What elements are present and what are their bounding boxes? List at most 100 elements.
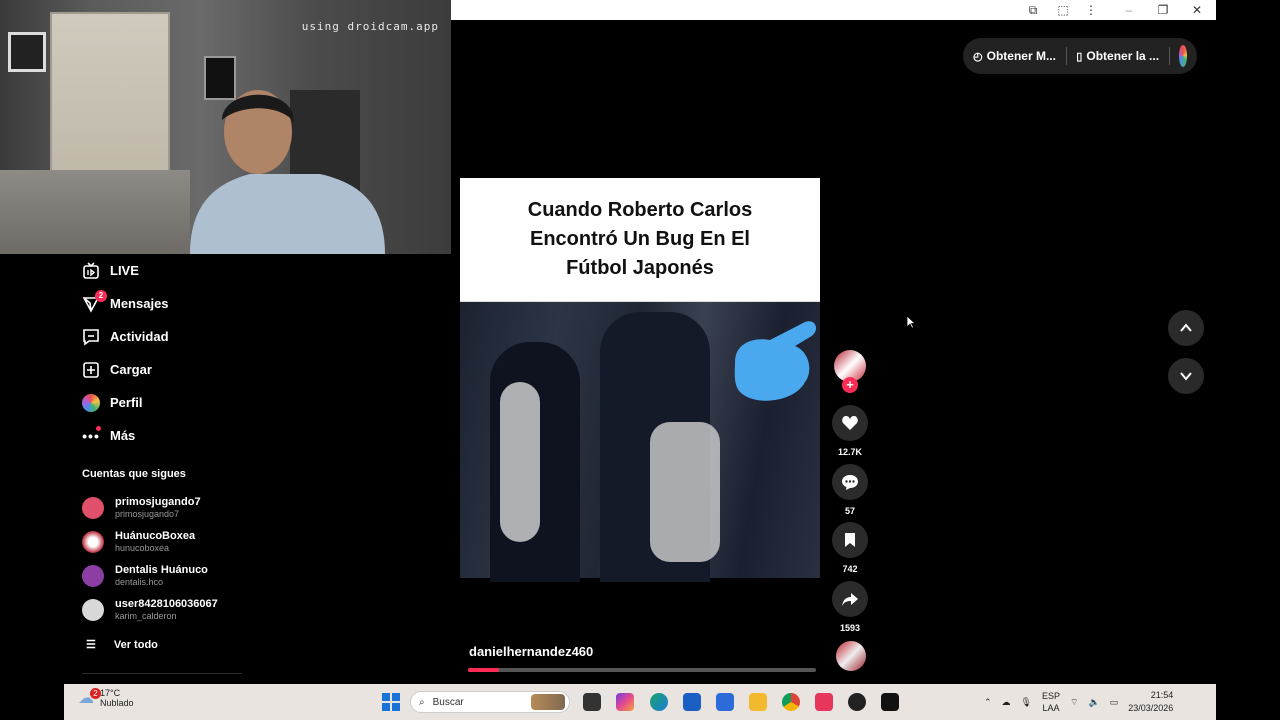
more-notification-dot [96, 426, 101, 431]
wall-picture [8, 32, 46, 72]
video-progress-fill [468, 668, 500, 672]
get-app-button[interactable]: ◴ Obtener M... [973, 49, 1056, 63]
menu-dots-icon[interactable]: ⋮ [1083, 2, 1099, 18]
extensions-icon[interactable]: ⬚ [1055, 2, 1071, 18]
following-account[interactable]: Dentalis Huánuco dentalis.hco [82, 564, 208, 587]
following-section-title: Cuentas que sigues [82, 468, 186, 480]
bookmark-icon [845, 533, 855, 547]
microphone-icon[interactable]: 🎙 [1021, 697, 1032, 708]
save-count: 742 [842, 564, 858, 574]
sidebar-item-activity[interactable]: Actividad [0, 320, 451, 353]
weather-badge: 2 [90, 688, 101, 699]
following-account[interactable]: HuánucoBoxea hunucoboxea [82, 530, 195, 553]
chrome-icon[interactable] [782, 693, 800, 711]
sidebar-item-live[interactable]: LIVE [0, 254, 451, 287]
avatar [82, 598, 104, 621]
sidebar: LIVE Mensajes 2 Actividad Cargar Perfil … [0, 254, 451, 684]
close-icon[interactable]: ✕ [1189, 2, 1205, 18]
minimize-icon[interactable]: – [1121, 2, 1137, 18]
system-tray: ⌃ ☁ 🎙 ESP LAA ⌔ 🔈 ▭ 21:54 23/03/2026 [984, 684, 1173, 720]
edge-icon[interactable] [650, 693, 668, 711]
activity-icon [82, 328, 100, 346]
like-button[interactable] [832, 405, 868, 441]
weather-widget[interactable]: ☁ 2 17°C Nublado [78, 688, 134, 708]
previous-video-button[interactable] [1168, 310, 1204, 346]
taskbar-search[interactable]: ⌕ Buscar [410, 691, 570, 713]
player-figure [500, 382, 540, 542]
heart-icon [842, 416, 858, 430]
sidebar-item-more[interactable]: ••• Más [0, 419, 451, 452]
next-video-button[interactable] [1168, 358, 1204, 394]
copilot-icon[interactable] [616, 693, 634, 711]
camera-watermark: using droidcam.app [301, 20, 439, 33]
pointing-hand-icon [734, 321, 817, 401]
music-disc-icon[interactable] [836, 641, 866, 671]
live-icon [82, 261, 100, 280]
webcam-overlay: using droidcam.app [0, 0, 451, 254]
sidebar-divider [82, 673, 242, 674]
avatar [82, 496, 104, 519]
person-silhouette [190, 90, 385, 254]
obs-icon[interactable] [848, 693, 866, 711]
windows-taskbar: ☁ 2 17°C Nublado ⌕ Buscar ⌃ ☁ 🎙 ESP LAA … [64, 684, 1216, 720]
messages-badge: 2 [95, 290, 107, 302]
share-action: 1593 [830, 581, 870, 644]
sidebar-item-profile[interactable]: Perfil [0, 386, 451, 419]
upload-icon [82, 361, 100, 379]
video-frame [460, 302, 820, 582]
following-account[interactable]: user8428106036067 karim_calderon [82, 598, 218, 621]
bed [0, 170, 190, 254]
save-action: 742 [830, 522, 870, 585]
search-icon: ⌕ [419, 696, 425, 708]
video-author[interactable]: danielhernandez460 [469, 644, 593, 659]
follow-plus-button[interactable]: + [842, 377, 858, 393]
weather-condition: Nublado [100, 698, 134, 708]
chevron-down-icon [1180, 372, 1192, 381]
chevron-up-icon[interactable]: ⌃ [984, 697, 992, 708]
restore-icon[interactable]: ❐ [1155, 2, 1171, 18]
video-progress-bar[interactable] [468, 668, 816, 672]
sidebar-item-messages[interactable]: Mensajes 2 [0, 287, 451, 320]
search-highlight-image [531, 694, 565, 710]
window-title-bar: ⧉ ⬚ ⋮ – ❐ ✕ [451, 0, 1216, 20]
language-indicator[interactable]: ESP LAA [1042, 690, 1060, 714]
teams-icon[interactable] [716, 693, 734, 711]
clock[interactable]: 21:54 23/03/2026 [1128, 689, 1173, 715]
wifi-icon[interactable]: ⌔ [1070, 697, 1078, 708]
translate-icon[interactable]: ⧉ [1025, 2, 1041, 18]
capcut-icon[interactable] [815, 693, 833, 711]
share-icon [842, 593, 858, 606]
chevron-up-icon [1180, 323, 1192, 332]
video-caption-banner: Cuando Roberto Carlos Encontró Un Bug En… [460, 178, 820, 302]
temperature: 17°C [100, 688, 121, 698]
see-all-button[interactable]: ☰ Ver todo [86, 638, 158, 652]
comment-button[interactable] [832, 464, 868, 500]
following-account[interactable]: primosjugando7 primosjugando7 [82, 496, 201, 519]
comment-icon [842, 475, 858, 490]
avatar [82, 530, 104, 553]
battery-icon[interactable]: ▭ [1110, 697, 1119, 708]
windows-start-icon[interactable] [382, 693, 400, 711]
sidebar-item-upload[interactable]: Cargar [0, 353, 451, 386]
save-button[interactable] [832, 522, 868, 558]
compass-icon: ◴ [973, 50, 983, 63]
comment-action: 57 [830, 464, 870, 527]
onedrive-icon[interactable]: ☁ [1002, 697, 1011, 708]
list-icon: ☰ [86, 639, 96, 651]
file-explorer-icon[interactable] [749, 693, 767, 711]
task-view-icon[interactable] [583, 693, 601, 711]
video-player[interactable]: Cuando Roberto Carlos Encontró Un Bug En… [460, 178, 820, 674]
like-count: 12.7K [837, 447, 863, 457]
video-caption: Cuando Roberto Carlos Encontró Un Bug En… [527, 199, 753, 279]
store-icon[interactable] [683, 693, 701, 711]
user-avatar[interactable] [1179, 45, 1187, 67]
volume-icon[interactable]: 🔈 [1088, 697, 1099, 708]
header-actions: ◴ Obtener M... ▯ Obtener la ... [963, 38, 1197, 74]
get-desktop-button[interactable]: ▯ Obtener la ... [1076, 49, 1159, 63]
phone-icon: ▯ [1076, 50, 1083, 63]
player-figure [650, 422, 720, 562]
profile-avatar [82, 393, 100, 412]
comment-count: 57 [844, 506, 855, 516]
share-button[interactable] [832, 581, 868, 617]
tiktok-icon[interactable] [881, 693, 899, 711]
